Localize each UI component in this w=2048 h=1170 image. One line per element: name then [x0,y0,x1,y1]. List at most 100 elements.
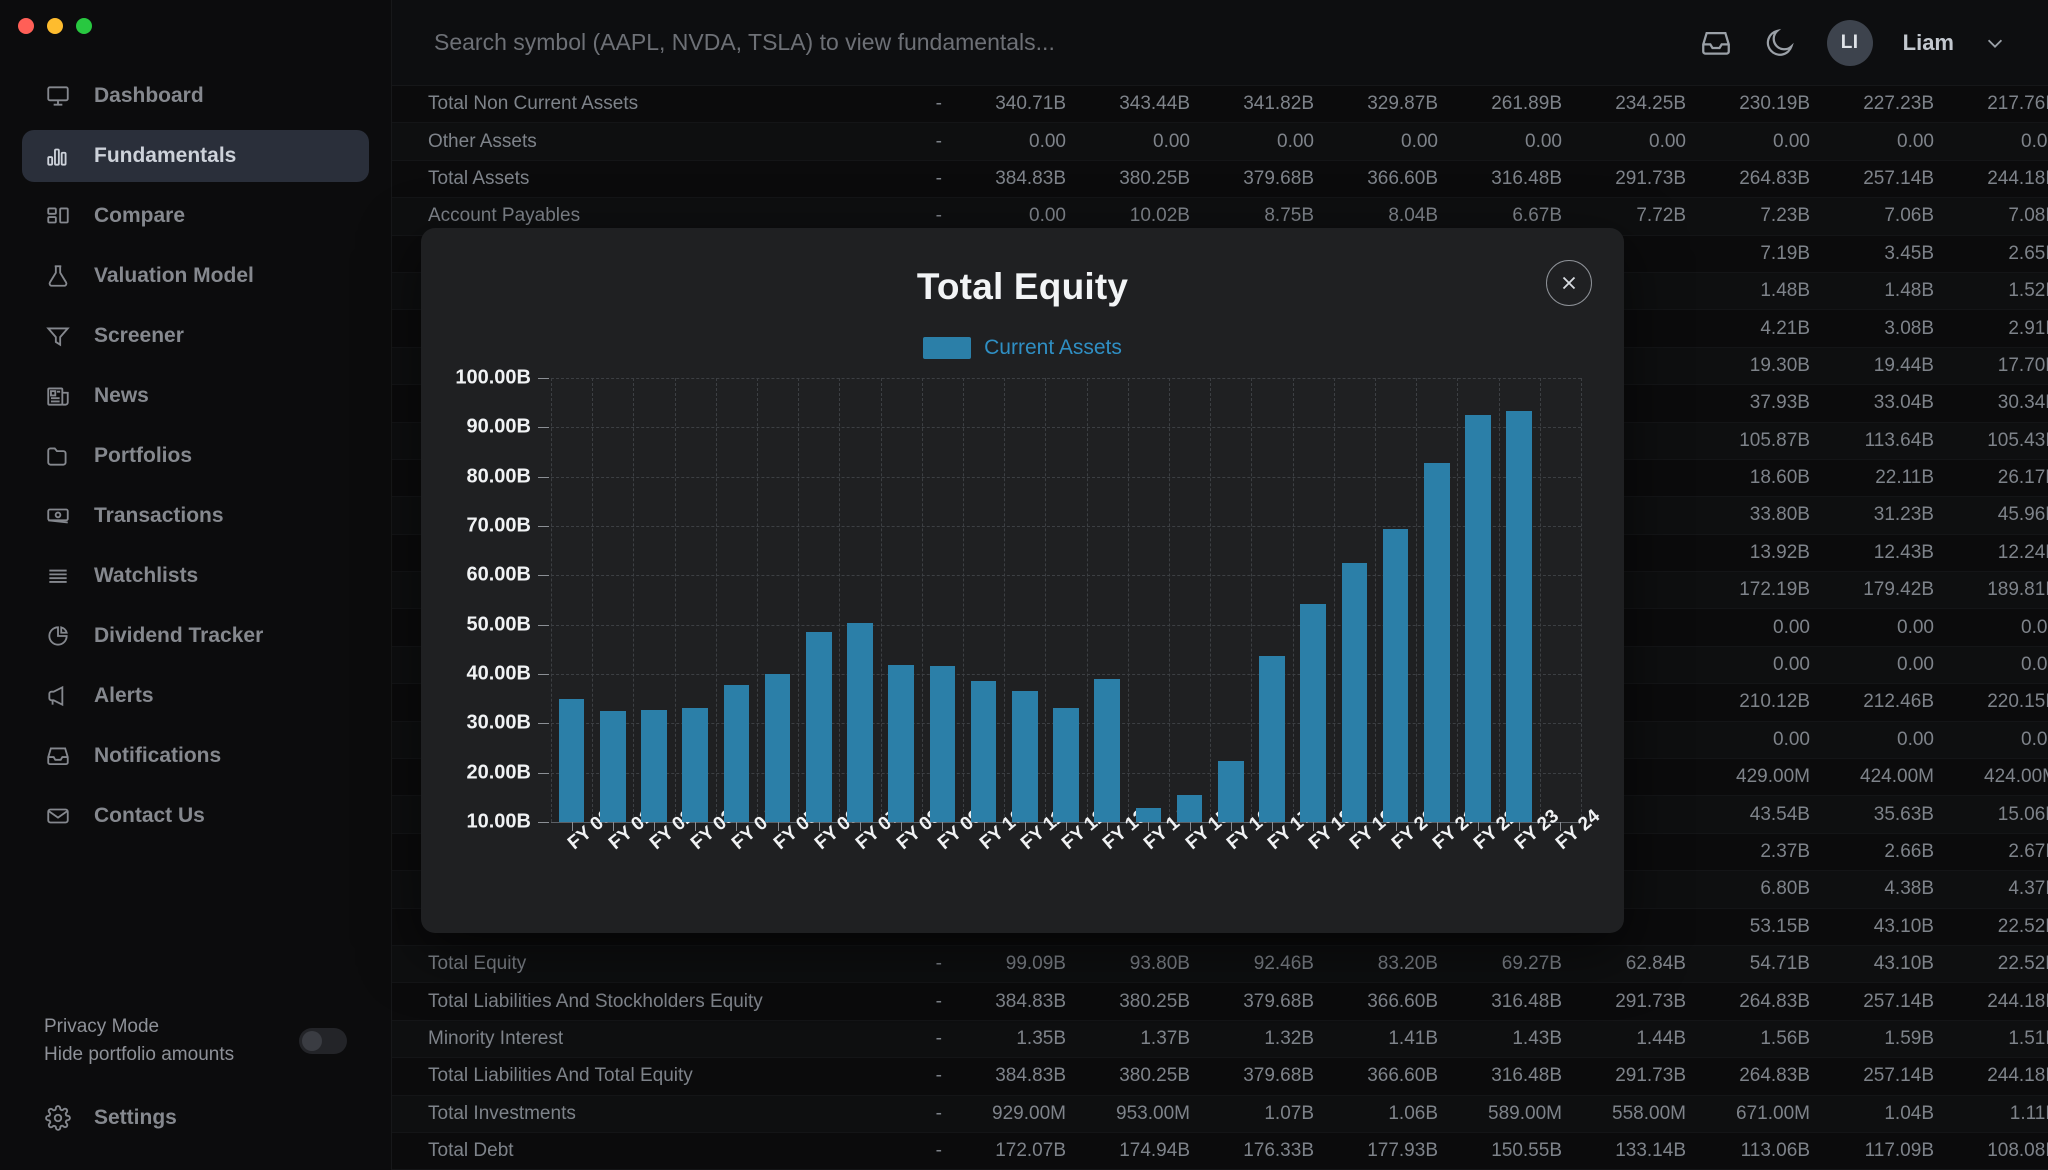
gridline-horizontal [551,624,1581,626]
gridline-vertical [1539,378,1541,822]
bar[interactable] [1053,707,1079,822]
x-axis-label: FY 01 [604,805,657,855]
bar-chart: 100.00B 90.00B 80.00B 70.00B 60.00B 50.00B 40.… [421,228,1624,933]
bar[interactable] [970,680,997,822]
y-axis-tick [538,575,549,577]
x-axis-tick [1354,822,1356,831]
gridline-vertical [1457,378,1459,822]
gridline-vertical [757,378,758,822]
gridline-vertical [963,378,964,822]
y-axis-label: 80.00B [466,465,532,488]
x-axis-tick [1066,822,1067,831]
x-axis-label: FY 06 [810,805,863,855]
bar[interactable] [1218,760,1244,822]
close-icon [1562,276,1576,290]
x-axis-label: FY 17 [1264,805,1317,855]
y-axis-tick [538,526,549,527]
y-axis-label: 90.00B [466,415,532,438]
bar[interactable] [1465,415,1491,822]
gridline-vertical [1004,378,1006,822]
x-axis [551,822,1581,823]
bar[interactable] [1012,691,1038,822]
bar[interactable] [1094,679,1120,822]
gridline-vertical [1210,378,1212,822]
x-axis-tick [1560,822,1562,831]
x-axis-label: FY 22 [1470,805,1523,855]
bar[interactable] [558,699,585,822]
y-axis-label: 60.00B [466,563,532,586]
bar[interactable] [847,622,873,822]
gridline-vertical [1416,378,1418,822]
bar[interactable] [1382,529,1409,822]
gridline-vertical [1169,378,1170,822]
gridline-vertical [1375,378,1376,822]
x-axis-label: FY 04 [728,805,781,855]
bar[interactable] [1259,656,1285,822]
gridline-vertical [1333,378,1335,822]
gridline-vertical [1127,378,1129,822]
bar[interactable] [1135,808,1162,822]
y-axis-label: 50.00B [466,613,532,636]
bar[interactable] [929,665,956,822]
bar[interactable] [1300,603,1326,822]
x-axis-tick [571,822,573,831]
y-axis-label: 40.00B [466,662,532,685]
x-axis-tick [1313,822,1315,831]
y-axis-tick [538,723,549,725]
gridline-vertical [839,378,841,822]
x-axis-tick [1148,822,1150,831]
gridline-vertical [880,378,882,822]
gridline-horizontal [551,723,1581,725]
x-axis-tick [695,822,697,831]
x-axis-tick [860,822,861,831]
gridline-horizontal [551,526,1581,527]
x-axis-label: FY 07 [852,805,905,855]
y-axis-tick [538,624,549,626]
x-axis-label: FY 10 [975,805,1028,855]
bar[interactable] [1424,463,1450,822]
y-axis-label: 70.00B [466,514,532,537]
gridline-vertical [674,378,676,822]
x-axis-label: FY 11 [1016,806,1069,855]
gridline-vertical [715,378,717,822]
y-axis-label: 20.00B [466,761,532,784]
bar[interactable] [888,664,914,822]
y-axis-label: 10.00B [466,810,532,833]
y-axis-tick [538,378,549,379]
x-axis-tick [1478,822,1479,831]
x-axis-label: FY 13 [1099,805,1152,855]
gridline-vertical [1251,378,1253,822]
gridline-horizontal [551,772,1581,774]
gridline-vertical [1292,378,1294,822]
bar[interactable] [600,710,626,822]
bar[interactable] [723,684,750,822]
close-button[interactable] [1546,260,1592,306]
bar[interactable] [1341,562,1368,822]
bar[interactable] [641,710,667,822]
x-axis-tick [1519,822,1521,831]
x-axis-label: FY 15 [1181,805,1234,855]
gridline-vertical [1581,378,1582,822]
gridline-vertical [1086,378,1088,822]
gridline-vertical [633,378,635,822]
gridline-vertical [551,378,552,822]
x-axis-tick [1230,822,1232,831]
x-axis-label: FY 20 [1387,805,1440,855]
y-axis-tick [538,674,549,675]
x-axis-tick [777,822,779,831]
bar[interactable] [806,632,832,822]
bar[interactable] [764,674,791,822]
gridline-vertical [592,378,594,822]
x-axis-tick [654,822,655,831]
x-axis-tick [1024,822,1026,831]
legend-swatch [923,337,972,359]
bar[interactable] [1176,795,1203,822]
x-axis-label: FY 24 [1552,805,1605,855]
bar[interactable] [1506,411,1532,822]
y-axis-label: 30.00B [466,711,532,734]
bar[interactable] [682,708,708,822]
x-axis-tick [983,822,985,831]
x-axis-tick [612,822,614,831]
chart-modal: Total Equity Current Assets 100.00B 90.00… [421,228,1624,933]
gridline-vertical [798,378,800,822]
